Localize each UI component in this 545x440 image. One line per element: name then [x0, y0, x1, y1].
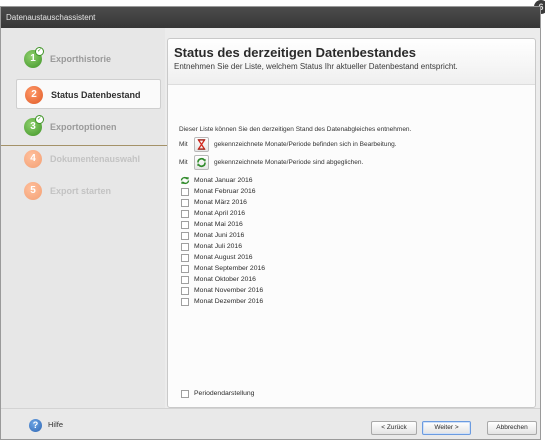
month-item[interactable]: Monat Januar 2016: [180, 176, 301, 187]
month-label: Monat Mai 2016: [194, 221, 243, 228]
step-number-icon: 4: [24, 150, 42, 168]
month-checkbox[interactable]: [181, 199, 189, 207]
step-number-icon: 5: [24, 182, 42, 200]
month-item[interactable]: Monat März 2016: [181, 198, 301, 209]
content-header: Status des derzeitigen Datenbestandes En…: [168, 39, 535, 85]
step-export-starten[interactable]: 5 Export starten: [16, 176, 161, 206]
next-button[interactable]: Weiter >: [422, 421, 471, 435]
month-checkbox[interactable]: [181, 232, 189, 240]
month-checkbox[interactable]: [181, 210, 189, 218]
step-label: Exporthistorie: [50, 54, 112, 64]
month-item[interactable]: Monat Oktober 2016: [181, 275, 301, 286]
month-checkbox[interactable]: [181, 298, 189, 306]
help-link[interactable]: Hilfe: [48, 420, 63, 429]
month-item[interactable]: Monat Mai 2016: [181, 220, 301, 231]
month-label: Monat August 2016: [194, 254, 253, 261]
step-label: Export starten: [50, 186, 112, 196]
month-checkbox[interactable]: [181, 287, 189, 295]
step-exportoptionen[interactable]: 3 ✓ Exportoptionen: [16, 112, 161, 142]
back-button[interactable]: < Zurück: [371, 421, 417, 435]
month-label: Monat November 2016: [194, 287, 264, 294]
step-label: Dokumentenauswahl: [50, 154, 141, 164]
cancel-button[interactable]: Abbrechen: [487, 421, 537, 435]
month-item[interactable]: Monat Dezember 2016: [181, 297, 301, 308]
step-label: Status Datenbestand: [51, 90, 141, 100]
checkmark-icon: ✓: [35, 47, 44, 56]
period-view-option[interactable]: Periodendarstellung: [181, 389, 301, 400]
month-item[interactable]: Monat Februar 2016: [181, 187, 301, 198]
month-checkbox[interactable]: [181, 243, 189, 251]
step-status-datenbestand[interactable]: 2 Status Datenbestand: [16, 79, 161, 109]
step-dokumentenauswahl[interactable]: 4 Dokumentenauswahl: [16, 144, 161, 174]
step-exporthistorie[interactable]: 1 ✓ Exporthistorie: [16, 44, 161, 74]
month-item[interactable]: Monat September 2016: [181, 264, 301, 275]
page-subtitle: Entnehmen Sie der Liste, welchem Status …: [174, 62, 458, 71]
month-label: Monat Juni 2016: [194, 232, 245, 239]
intro-text: Dieser Liste können Sie den derzeitigen …: [179, 126, 412, 133]
sync-arrow-icon: [180, 176, 190, 185]
wizard-window: Datenaustauschassistent 1 ✓ Exporthistor…: [0, 6, 541, 440]
content-panel: Status des derzeitigen Datenbestandes En…: [167, 38, 536, 408]
step-label: Exportoptionen: [50, 122, 117, 132]
month-item[interactable]: Monat November 2016: [181, 286, 301, 297]
callout-line: [1, 145, 194, 146]
month-item[interactable]: Monat April 2016: [181, 209, 301, 220]
month-item[interactable]: Monat Juli 2016: [181, 242, 301, 253]
month-item[interactable]: Monat August 2016: [181, 253, 301, 264]
period-view-label: Periodendarstellung: [194, 390, 255, 397]
page-title: Status des derzeitigen Datenbestandes: [174, 45, 417, 60]
month-checkbox[interactable]: [181, 221, 189, 229]
steps-sidebar: 1 ✓ Exporthistorie 2 Status Datenbestand…: [1, 28, 165, 408]
hourglass-icon: [194, 137, 209, 152]
month-label: Monat Oktober 2016: [194, 276, 256, 283]
sync-arrow-icon: [194, 155, 209, 170]
month-checkbox[interactable]: [181, 188, 189, 196]
month-item[interactable]: Monat Juni 2016: [181, 231, 301, 242]
month-label: Monat April 2016: [194, 210, 246, 217]
legend-synced-text: gekennzeichnete Monate/Periode sind abge…: [214, 159, 364, 166]
title-bar: Datenaustauschassistent: [1, 7, 540, 28]
month-checkbox[interactable]: [181, 254, 189, 262]
month-label: Monat Februar 2016: [194, 188, 256, 195]
help-icon[interactable]: ?: [29, 419, 42, 432]
footer-bar: ? Hilfe < Zurück Weiter > Abbrechen: [1, 408, 540, 439]
month-label: Monat März 2016: [194, 199, 247, 206]
checkmark-icon: ✓: [35, 115, 44, 124]
step-number-icon: 2: [25, 86, 43, 104]
month-label: Monat Juli 2016: [194, 243, 242, 250]
month-checkbox[interactable]: [181, 265, 189, 273]
legend-prefix: Mit: [179, 141, 188, 148]
period-view-checkbox[interactable]: [181, 390, 189, 398]
legend-prefix: Mit: [179, 159, 188, 166]
month-checkbox[interactable]: [181, 276, 189, 284]
legend-in-progress-text: gekennzeichnete Monate/Periode befinden …: [214, 141, 397, 148]
month-label: Monat September 2016: [194, 265, 266, 272]
month-label: Monat Januar 2016: [194, 177, 253, 184]
month-label: Monat Dezember 2016: [194, 298, 264, 305]
